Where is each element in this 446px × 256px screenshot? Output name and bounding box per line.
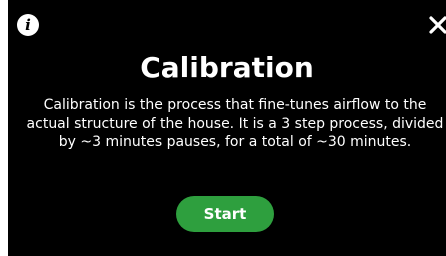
- close-icon-graphic: [429, 16, 446, 34]
- start-button[interactable]: Start: [176, 196, 274, 232]
- info-icon[interactable]: i: [17, 14, 39, 36]
- info-glyph: i: [25, 15, 31, 34]
- dialog-title: Calibration: [140, 51, 314, 84]
- anemometer-warning: An anemometer is required, a wire anemom…: [64, 163, 382, 175]
- dialog-description: Calibration is the process that fine-tun…: [26, 97, 444, 150]
- close-icon[interactable]: [427, 14, 446, 36]
- app-frame: i Calibration Calibration is the process…: [0, 0, 446, 256]
